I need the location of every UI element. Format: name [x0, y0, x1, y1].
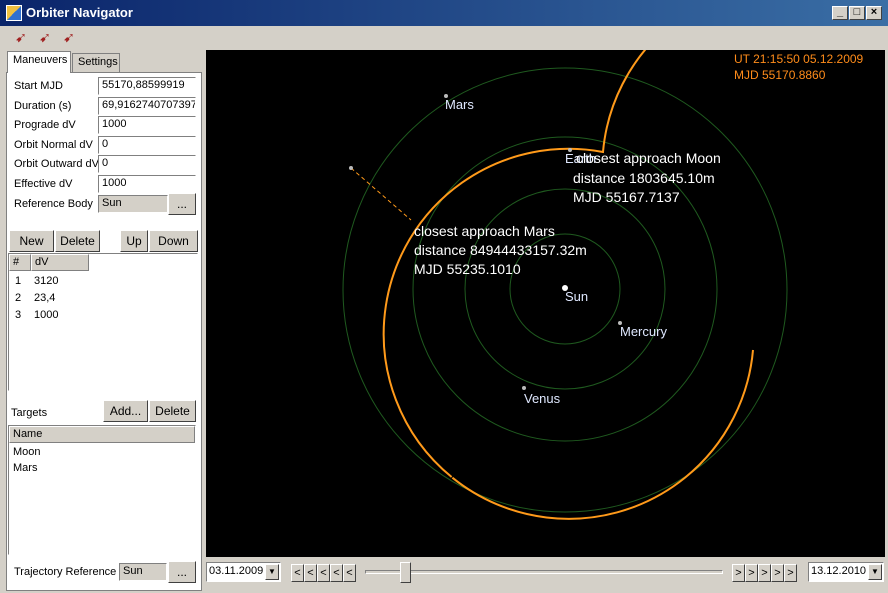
step-back-button[interactable]: <: [317, 564, 330, 582]
mars-approach-line: [350, 167, 412, 221]
body-label-mercury: Mercury: [620, 324, 667, 339]
step-back-button[interactable]: <: [291, 564, 304, 582]
toolbar: ➹ ➹ ➹: [0, 26, 888, 48]
time-slider-thumb[interactable]: [399, 562, 411, 583]
moon-approach-distance: distance 1803645.10m: [573, 170, 715, 186]
timeline-bar: 03.11.2009 ▼ < < < < < > > > > > 13.12.2…: [206, 557, 888, 593]
dropdown-arrow-icon[interactable]: ▼: [265, 564, 279, 580]
rocket-icon: ➹: [15, 29, 27, 45]
trajectory-path: [382, 50, 885, 520]
orbit-outward-label: Orbit Outward dV: [14, 158, 99, 170]
prograde-label: Prograde dV: [14, 119, 76, 131]
add-rocket-button[interactable]: ➹: [12, 29, 30, 45]
step-forward-button[interactable]: >: [771, 564, 784, 582]
maneuver-list[interactable]: # dV 1 3120 2 23,4 3 1000: [8, 253, 198, 391]
orbit-view[interactable]: UT 21:15:50 05.12.2009 MJD 55170.8860 Ma…: [206, 50, 885, 557]
mars-approach-distance: distance 84944433157.32m: [414, 242, 587, 258]
rocket-icon: ➹: [63, 29, 75, 45]
maneuver-row-dv[interactable]: 23,4: [34, 292, 55, 304]
mars-approach-dot: [349, 166, 353, 170]
maximize-button[interactable]: □: [849, 6, 865, 20]
reference-body-browse-button[interactable]: ...: [168, 193, 196, 215]
ut-time-readout: UT 21:15:50 05.12.2009: [734, 52, 864, 66]
new-maneuver-button[interactable]: New: [9, 230, 54, 252]
effective-dv-label: Effective dV: [14, 178, 73, 190]
body-label-venus: Venus: [524, 391, 561, 406]
trajectory-reference-field: Sun: [119, 563, 167, 581]
maneuver-row-number[interactable]: 1: [15, 275, 21, 287]
window-title: Orbiter Navigator: [26, 5, 133, 20]
maneuver-row-dv[interactable]: 1000: [34, 309, 58, 321]
venus-dot: [522, 386, 526, 390]
column-header-number[interactable]: #: [9, 254, 31, 271]
step-forward-button[interactable]: >: [784, 564, 797, 582]
title-bar: Orbiter Navigator _ □ ×: [0, 0, 888, 26]
reference-body-field: Sun: [98, 195, 168, 213]
orbit-normal-label: Orbit Normal dV: [14, 139, 93, 151]
maneuver-row-number[interactable]: 3: [15, 309, 21, 321]
orbit-outward-field[interactable]: 0: [98, 155, 196, 173]
step-forward-button[interactable]: >: [732, 564, 745, 582]
rocket-target-button[interactable]: ➹: [60, 29, 78, 45]
moon-approach-mjd: MJD 55167.7137: [573, 189, 680, 205]
prograde-field[interactable]: 1000: [98, 116, 196, 134]
time-slider-track[interactable]: [365, 570, 723, 574]
move-down-button[interactable]: Down: [149, 230, 198, 252]
start-mjd-label: Start MJD: [14, 80, 63, 92]
orbit-normal-field[interactable]: 0: [98, 136, 196, 154]
step-back-button[interactable]: <: [343, 564, 356, 582]
move-up-button[interactable]: Up: [120, 230, 148, 252]
start-date-combo[interactable]: 03.11.2009 ▼: [206, 562, 281, 582]
start-date-value: 03.11.2009: [209, 565, 264, 577]
maneuver-row-dv[interactable]: 3120: [34, 275, 58, 287]
column-header-name[interactable]: Name: [9, 426, 195, 443]
rocket-button[interactable]: ➹: [36, 29, 54, 45]
app-icon: [6, 5, 22, 21]
tab-maneuvers[interactable]: Maneuvers: [7, 51, 71, 73]
duration-label: Duration (s): [14, 100, 72, 112]
step-forward-button[interactable]: >: [745, 564, 758, 582]
left-panel: Maneuvers Settings Start MJD 55170,88599…: [0, 50, 206, 593]
duration-field[interactable]: 69,9162740707397: [98, 97, 196, 115]
step-back-button[interactable]: <: [304, 564, 317, 582]
body-label-sun: Sun: [565, 289, 589, 304]
targets-list[interactable]: Name Moon Mars: [8, 425, 196, 555]
mars-approach-title: closest approach Mars: [414, 223, 555, 239]
trajectory-reference-browse-button[interactable]: ...: [168, 561, 196, 583]
column-header-dv[interactable]: dV: [31, 254, 89, 271]
close-button[interactable]: ×: [866, 6, 882, 20]
reference-body-label: Reference Body: [14, 198, 93, 210]
start-mjd-field[interactable]: 55170,88599919: [98, 77, 196, 95]
delete-maneuver-button[interactable]: Delete: [55, 230, 100, 252]
add-target-button[interactable]: Add...: [103, 400, 148, 422]
effective-dv-field[interactable]: 1000: [98, 175, 196, 193]
target-row[interactable]: Mars: [13, 462, 37, 474]
body-label-mars: Mars: [445, 97, 474, 112]
maneuver-row-number[interactable]: 2: [15, 292, 21, 304]
orbit-canvas: [342, 50, 885, 520]
moon-approach-title: closest approach Moon: [576, 150, 721, 166]
mjd-readout: MJD 55170.8860: [734, 68, 826, 82]
target-row[interactable]: Moon: [13, 446, 41, 458]
end-date-combo[interactable]: 13.12.2010 ▼: [808, 562, 884, 582]
minimize-button[interactable]: _: [832, 6, 848, 20]
targets-label: Targets: [11, 407, 48, 419]
trajectory-reference-label: Trajectory Reference: [14, 566, 117, 578]
step-forward-button[interactable]: >: [758, 564, 771, 582]
mars-approach-mjd: MJD 55235.1010: [414, 261, 521, 277]
step-back-button[interactable]: <: [330, 564, 343, 582]
dropdown-arrow-icon[interactable]: ▼: [868, 564, 882, 580]
rocket-icon: ➹: [39, 29, 51, 45]
end-date-value: 13.12.2010: [811, 565, 867, 577]
tab-settings[interactable]: Settings: [72, 53, 120, 72]
delete-target-button[interactable]: Delete: [149, 400, 196, 422]
